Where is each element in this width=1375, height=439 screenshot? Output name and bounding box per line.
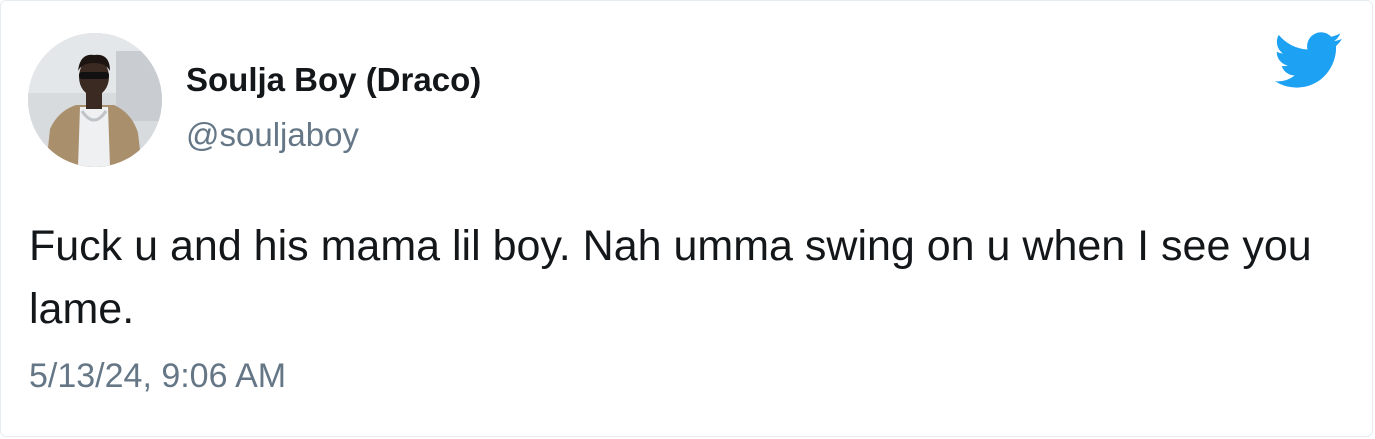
tweet-timestamp[interactable]: 5/13/24, 9:06 AM	[29, 356, 286, 396]
avatar-image	[28, 33, 162, 167]
tweet-text: Fuck u and his mama lil boy. Nah umma sw…	[29, 222, 1312, 333]
twitter-bird-icon[interactable]	[1275, 31, 1343, 89]
author-display-name[interactable]: Soulja Boy (Draco)	[186, 61, 481, 99]
avatar[interactable]	[28, 33, 162, 167]
tweet-card: Soulja Boy (Draco) @souljaboy Fuck u and…	[0, 0, 1373, 437]
author-handle[interactable]: @souljaboy	[186, 116, 359, 154]
